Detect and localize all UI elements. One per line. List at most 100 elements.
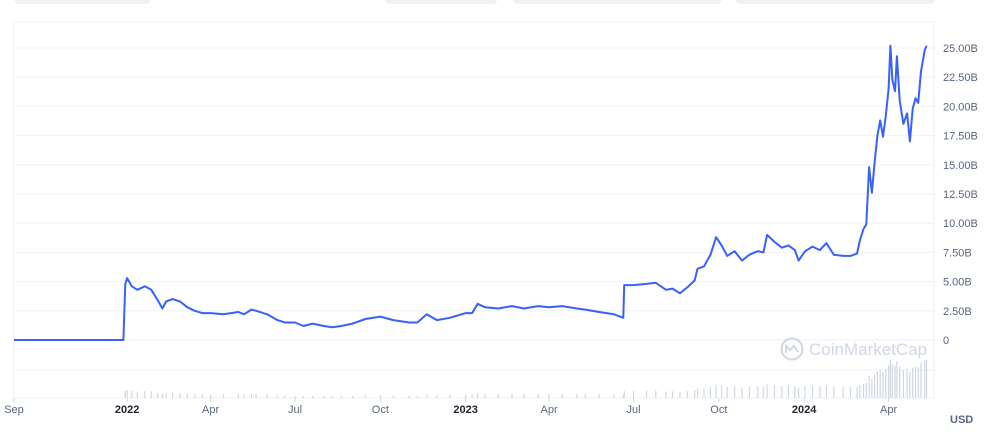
volume-bar [477,393,478,398]
volume-bar [868,376,869,398]
volume-bar [859,385,860,398]
volume-bar [436,395,437,398]
volume-bar [485,394,486,398]
volume-bar [804,386,805,398]
volume-bar [549,394,550,398]
y-tick-label: 12.50B [943,189,978,201]
volume-bar [892,364,893,398]
currency-label: USD [950,414,973,426]
volume-bar [210,395,211,398]
volume-bar [896,361,897,398]
volume-bar [926,360,927,398]
volume-bar [915,367,916,398]
volume-bar [179,393,180,398]
volume-bar [907,369,908,398]
x-tick-label: Oct [372,404,389,416]
volume-bar [125,391,126,398]
volume-bar [912,368,913,398]
volume-bar [863,384,864,398]
volume-bar [352,396,353,398]
watermark-text: CoinMarketCap [809,340,927,359]
volume-bar [826,385,827,398]
volume-bar [763,387,764,398]
volume-bar [162,394,163,398]
volume-bar [697,389,698,398]
volume-bar [781,386,782,398]
volume-bar [511,394,512,398]
volume-bar [646,391,647,398]
volume-bar [694,390,695,398]
volume-bar [365,395,366,398]
volume-bar [798,388,799,398]
volume-bar [165,393,166,398]
y-tick-label: 25.00B [943,43,978,55]
x-tick-label: Apr [541,404,558,416]
volume-bar [303,396,304,398]
volume-bar [223,395,224,398]
volume-bar [151,391,152,398]
gridlines [14,22,934,398]
volume-bar [721,386,722,398]
volume-bar [498,394,499,398]
volume-bar [633,391,634,398]
y-tick-label: 0 [943,335,949,347]
volume-bar [819,386,820,398]
volume-bar [890,360,891,398]
x-tick-label: 2022 [115,404,139,416]
volume-bar [703,388,704,398]
volume-bar [408,396,409,398]
volume-bar [672,391,673,398]
volume-bar [449,395,450,398]
y-tick-label: 5.00B [943,277,972,289]
volume-bar [880,369,881,398]
volume-bar [655,391,656,398]
volume-bar [757,386,758,398]
volume-bar [924,360,925,398]
volume-bar [856,387,857,398]
volume-bar [871,379,872,398]
y-axis: 25.00B22.50B20.00B17.50B15.00B12.50B10.0… [943,43,978,347]
volume-bar [576,394,577,398]
x-axis: Sep2022AprJulOct2023AprJulOct2024Apr [4,398,897,416]
volume-bar [866,383,867,398]
volume-bar [812,386,813,398]
volume-bar [788,386,789,398]
volume-bar [585,394,586,398]
volume-bar [833,387,834,398]
volume-bar [267,395,268,398]
x-tick-label: 2024 [792,404,817,416]
volume-bar [766,384,767,398]
volume-bar [255,394,256,398]
volume-bar [144,391,145,398]
volume-bar [599,394,600,398]
volume-bar [909,372,910,398]
volume-bar [749,387,750,398]
volume-bar [874,375,875,398]
volume-bar [920,363,921,398]
volume-bar [843,387,844,398]
volume-bar [426,395,427,398]
y-tick-label: 2.50B [943,306,972,318]
volume-bar [294,396,295,398]
volume-chart: CoinMarketCap 25.00B22.50B20.00B17.50B15… [0,0,1008,440]
volume-bars [125,360,927,398]
volume-bar [523,394,524,398]
volume-bar [157,393,158,398]
volume-bar [715,385,716,398]
volume-bar [202,395,203,398]
volume-bar [465,395,466,398]
y-tick-label: 17.50B [943,131,978,143]
volume-bar [277,395,278,398]
x-tick-label: Sep [4,404,24,416]
volume-bar [251,394,252,398]
volume-bar [734,386,735,398]
plot-frame [14,22,934,398]
series-line [14,46,927,340]
volume-bar [885,369,886,398]
volume-bar [882,372,883,398]
volume-bar [899,367,900,398]
y-tick-label: 20.00B [943,101,978,113]
volume-bar [687,391,688,398]
x-tick-label: Jul [626,404,640,416]
x-tick-label: Oct [710,404,727,416]
